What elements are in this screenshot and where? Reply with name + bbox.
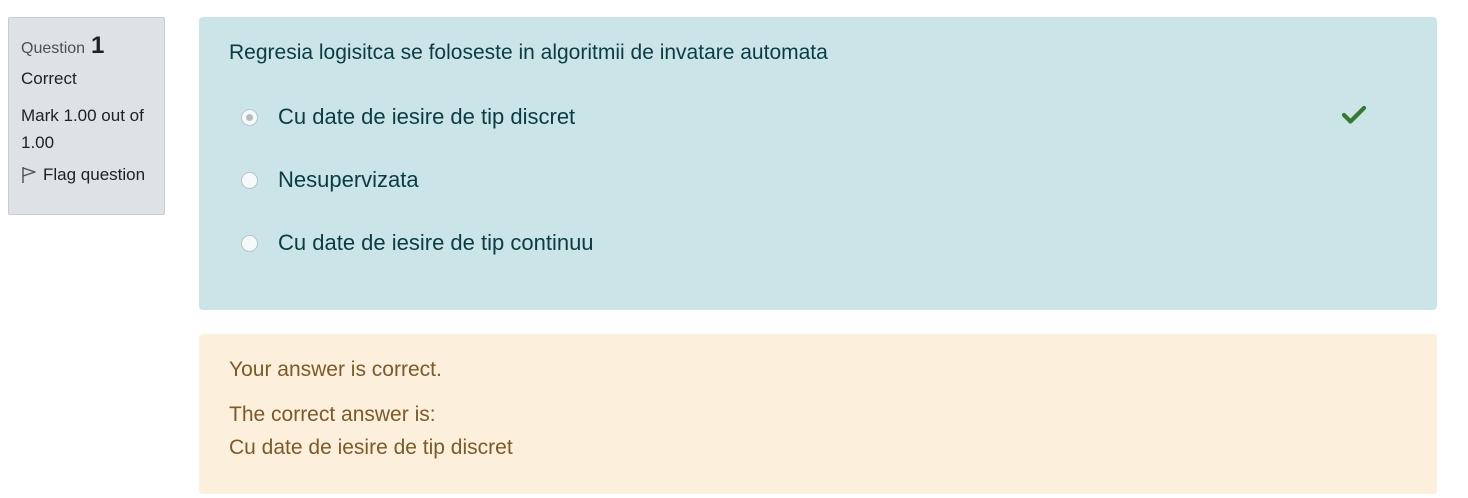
answer-option-1[interactable]: Cu date de iesire de tip discret bbox=[229, 103, 1407, 131]
flag-question-link[interactable]: Flag question bbox=[21, 164, 152, 186]
answer-option-2[interactable]: Nesupervizata bbox=[229, 166, 1407, 194]
question-grade: Mark 1.00 out of 1.00 bbox=[21, 106, 144, 152]
answer-label-1: Cu date de iesire de tip discret bbox=[278, 104, 576, 129]
answer-radio-3[interactable] bbox=[241, 234, 258, 252]
answer-label-2: Nesupervizata bbox=[278, 167, 419, 192]
right-answer-value: Cu date de iesire de tip discret bbox=[229, 436, 513, 459]
question-feedback: Your answer is correct. The correct answ… bbox=[199, 334, 1437, 494]
question-formulation: Regresia logisitca se foloseste in algor… bbox=[199, 17, 1437, 310]
answer-radio-2[interactable] bbox=[241, 171, 258, 189]
answer-option-3[interactable]: Cu date de iesire de tip continuu bbox=[229, 229, 1407, 257]
flag-question-label: Flag question bbox=[43, 165, 146, 184]
question-label: Question bbox=[21, 40, 86, 57]
check-icon bbox=[1341, 104, 1367, 126]
right-answer-label: The correct answer is: bbox=[229, 403, 436, 426]
question-text: Regresia logisitca se foloseste in algor… bbox=[229, 41, 828, 64]
question-number: 1 bbox=[91, 32, 105, 59]
question-info-panel: Question 1 Correct Mark 1.00 out of 1.00… bbox=[8, 17, 165, 215]
specific-feedback: Your answer is correct. bbox=[229, 358, 442, 381]
answer-list: Cu date de iesire de tip discret Nesuper… bbox=[229, 103, 1407, 257]
answer-label-3: Cu date de iesire de tip continuu bbox=[278, 230, 594, 255]
answer-radio-1[interactable] bbox=[241, 108, 258, 126]
question-number-line: Question 1 bbox=[21, 32, 152, 60]
flag-icon bbox=[21, 166, 37, 184]
question-state: Correct bbox=[21, 69, 77, 88]
